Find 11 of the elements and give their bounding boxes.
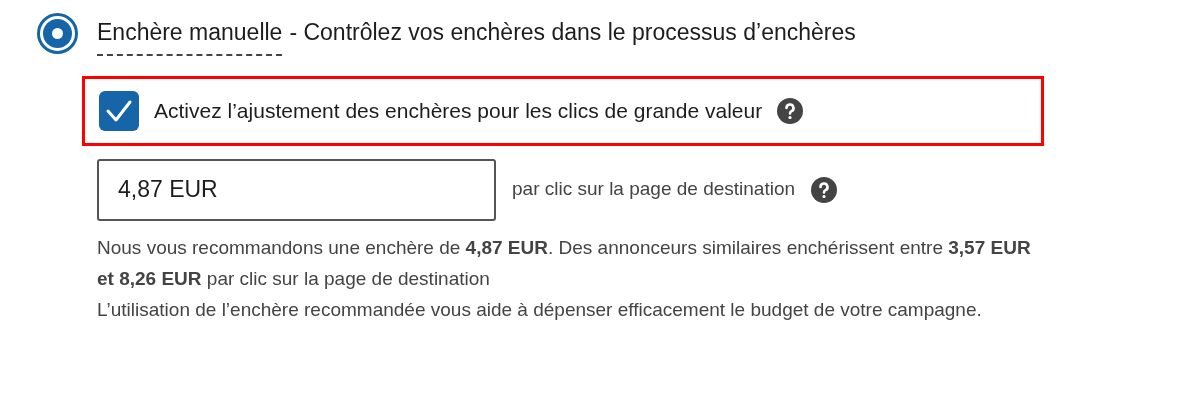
help-icon[interactable] bbox=[811, 176, 838, 203]
option-description: - Contrôlez vos enchères dans le processus d’enchères bbox=[289, 18, 856, 47]
help-icon[interactable] bbox=[777, 97, 804, 124]
check-icon bbox=[105, 98, 133, 123]
field-suffix: par clic sur la page de destination bbox=[512, 177, 796, 202]
checkbox-label: Activez l’ajustement des enchères pour les clics de grande valeur bbox=[154, 97, 763, 124]
radio-button[interactable] bbox=[37, 12, 78, 54]
recommendation-text: Nous vous recommandons une enchère de 4,87 EUR. Des annonceurs similaires enchérissent entre 3,57 EUR et 8,26 EUR par clic sur la page de destination L’utilisation de l’enchère recommandée vous aide à dépenser efficacement le budget de votre campagne. bbox=[97, 235, 1032, 322]
bid-input[interactable]: 4,87 EUR bbox=[97, 158, 496, 221]
checkbox[interactable] bbox=[99, 90, 139, 131]
term-text[interactable]: Enchère manuelle bbox=[97, 15, 283, 56]
